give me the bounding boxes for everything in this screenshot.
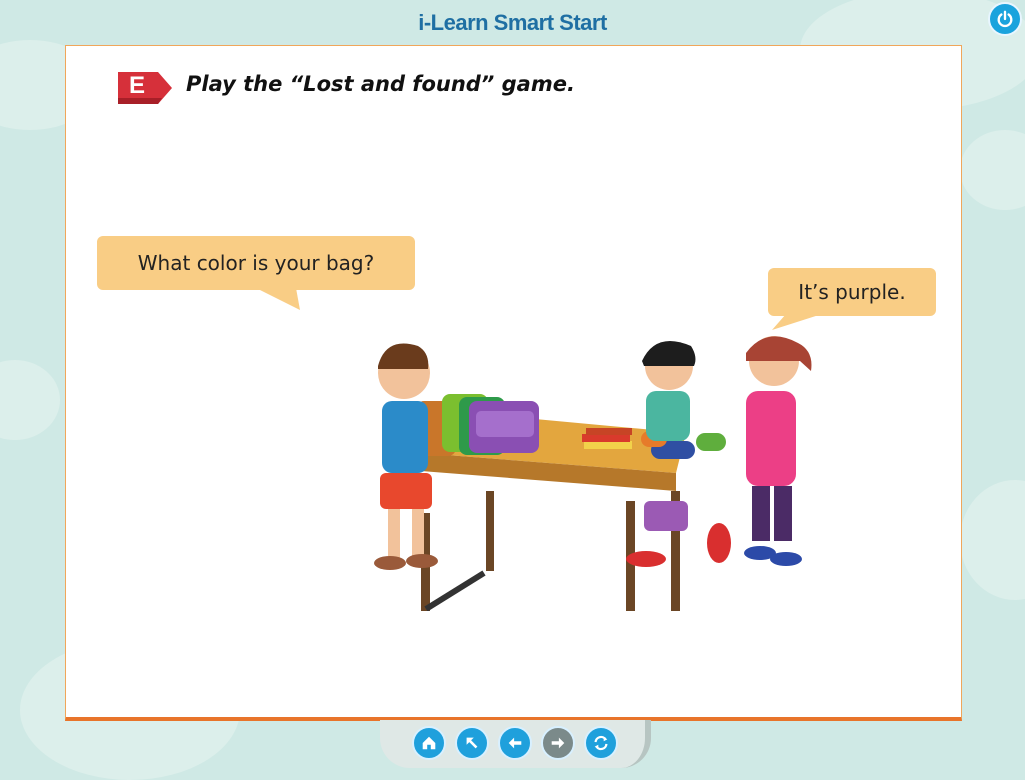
next-arrow-icon bbox=[551, 737, 565, 749]
girl-character-ponytail bbox=[744, 336, 812, 566]
bags bbox=[416, 394, 539, 456]
background-cloud bbox=[960, 480, 1025, 600]
back-to-menu-button[interactable] bbox=[455, 726, 489, 760]
back-to-menu-icon bbox=[466, 737, 478, 749]
power-icon bbox=[997, 10, 1013, 28]
next-button[interactable] bbox=[541, 726, 575, 760]
speech-bubble-question: What color is your bag? bbox=[97, 236, 415, 290]
home-button[interactable] bbox=[412, 726, 446, 760]
power-button[interactable] bbox=[988, 2, 1022, 36]
background-cloud bbox=[960, 130, 1025, 210]
previous-arrow-icon bbox=[508, 737, 522, 749]
app-title: i-Learn Smart Start bbox=[418, 10, 607, 35]
lesson-page: E Play the “Lost and found” game. What c… bbox=[65, 45, 962, 721]
speech-bubble-tail bbox=[256, 288, 300, 310]
home-icon bbox=[422, 736, 436, 750]
background-cloud bbox=[0, 360, 60, 440]
activity-instruction: Play the “Lost and found” game. bbox=[186, 72, 575, 96]
section-badge-letter: E bbox=[129, 72, 146, 99]
replay-icon bbox=[594, 735, 608, 751]
lost-and-found-illustration bbox=[374, 336, 812, 611]
replay-button[interactable] bbox=[584, 726, 618, 760]
speech-bubble-question-text: What color is your bag? bbox=[137, 251, 375, 275]
previous-button[interactable] bbox=[498, 726, 532, 760]
section-badge: E bbox=[114, 68, 174, 108]
